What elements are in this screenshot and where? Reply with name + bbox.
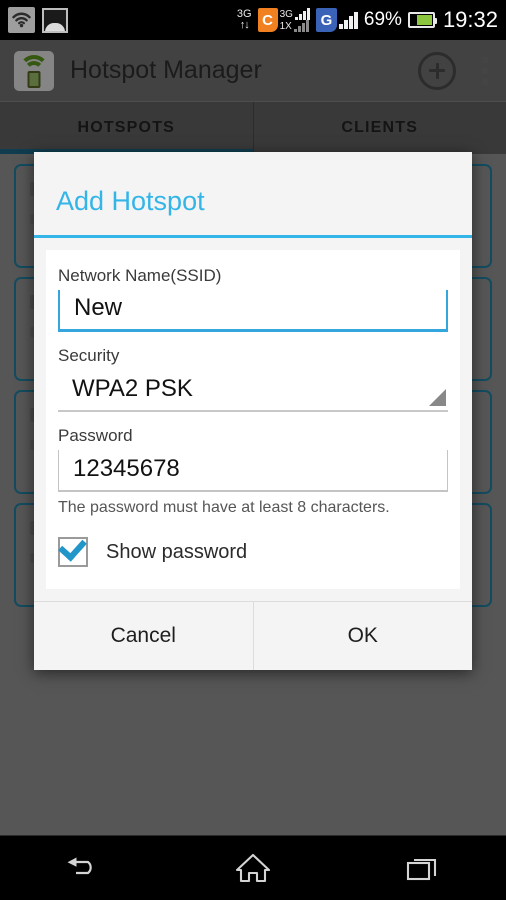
password-helper-text: The password must have at least 8 charac… xyxy=(58,499,390,516)
phone-screen: 3G ↑↓ C 3G 1X G 69% 19:32 Hotspot Manage… xyxy=(0,0,506,900)
ssid-input[interactable]: New xyxy=(58,290,448,332)
status-bar-clock: 19:32 xyxy=(442,7,498,32)
password-label: Password xyxy=(58,426,133,445)
carrier-g-badge: G xyxy=(315,8,337,32)
status-bar: 3G ↑↓ C 3G 1X G 69% 19:32 xyxy=(0,0,506,40)
dialog-buttons: Cancel OK xyxy=(34,601,472,670)
signal-bars-1x xyxy=(293,20,309,32)
signal-bars-3g xyxy=(294,8,310,20)
battery-percent: 69% xyxy=(363,9,402,30)
status-bar-left xyxy=(8,7,68,33)
security-selected-value: WPA2 PSK xyxy=(72,375,193,402)
security-label: Security xyxy=(58,346,120,365)
chevron-down-icon xyxy=(429,389,446,406)
ssid-label: Network Name(SSID) xyxy=(58,266,222,285)
ssid-field-group: Network Name(SSID) New xyxy=(58,266,448,332)
network-traffic-arrows: ↑↓ xyxy=(239,19,250,31)
show-password-label: Show password xyxy=(106,540,248,563)
recents-icon[interactable] xyxy=(377,843,467,893)
dialog-body: Network Name(SSID) New Security WPA2 PSK… xyxy=(46,250,460,589)
password-input[interactable]: 12345678 xyxy=(58,450,448,492)
security-field-group: Security WPA2 PSK xyxy=(58,346,448,412)
ok-button[interactable]: OK xyxy=(252,602,472,670)
carrier-1x-label: 1X xyxy=(279,20,292,32)
check-icon xyxy=(58,532,87,562)
add-hotspot-dialog: Add Hotspot Network Name(SSID) New Secur… xyxy=(34,152,472,670)
wifi-icon xyxy=(8,7,35,33)
carrier-c-badge: C xyxy=(257,8,278,32)
navigation-bar xyxy=(0,835,506,900)
security-spinner[interactable]: WPA2 PSK xyxy=(58,370,448,412)
screenshot-icon xyxy=(42,7,68,33)
carrier-c-signal-icon: C 3G 1X xyxy=(257,8,310,32)
show-password-checkbox[interactable] xyxy=(58,532,88,567)
battery-icon xyxy=(407,12,437,28)
carrier-c-lines: 3G 1X xyxy=(280,8,310,32)
carrier-3g-label: 3G xyxy=(279,8,293,20)
back-icon[interactable] xyxy=(39,843,129,893)
status-bar-right: 3G ↑↓ C 3G 1X G 69% 19:32 xyxy=(237,7,498,33)
network-type-3g-icon: 3G ↑↓ xyxy=(237,9,252,31)
carrier-g-signal-icon: G xyxy=(315,8,358,32)
dialog-title: Add Hotspot xyxy=(34,152,472,238)
signal-bars-g xyxy=(338,11,358,29)
password-field-group: Password 12345678 The password must have… xyxy=(58,426,448,517)
home-icon[interactable] xyxy=(208,843,298,893)
cancel-button[interactable]: Cancel xyxy=(34,602,253,670)
show-password-row[interactable]: Show password xyxy=(58,532,448,567)
